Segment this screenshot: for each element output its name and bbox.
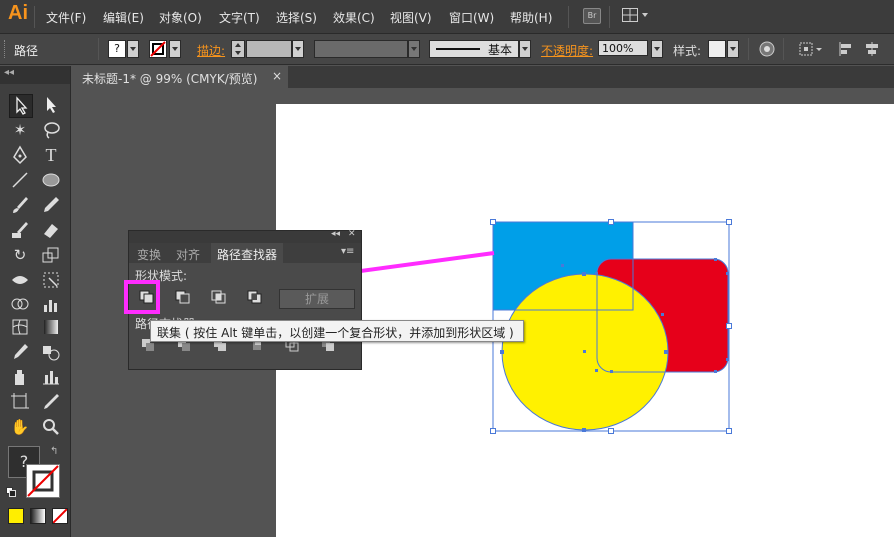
minus-front-icon[interactable] [173, 289, 195, 305]
panel-title-bar[interactable]: ◂◂ ✕ [129, 229, 361, 243]
close-panel-icon[interactable]: ✕ [348, 229, 356, 239]
unite-highlight-box [124, 280, 160, 314]
exclude-icon[interactable] [245, 289, 267, 305]
panel-menu-icon[interactable]: ▾≡ [341, 246, 354, 257]
tab-transform[interactable]: 变换 [137, 246, 161, 263]
tab-align[interactable]: 对齐 [176, 246, 200, 263]
intersect-icon[interactable] [209, 289, 231, 305]
collapse-panel-icon[interactable]: ◂◂ [331, 229, 340, 239]
expand-button[interactable]: 扩展 [279, 289, 355, 309]
pathfinder-panel: ◂◂ ✕ 变换 对齐 路径查找器 ▾≡ 形状模式: 扩展 路径查找器: [128, 229, 362, 370]
unite-tooltip: 联集 ( 按住 Alt 键单击，以创建一个复合形状，并添加到形状区域 ) [150, 320, 524, 342]
tab-pathfinder[interactable]: 路径查找器 [217, 246, 277, 263]
